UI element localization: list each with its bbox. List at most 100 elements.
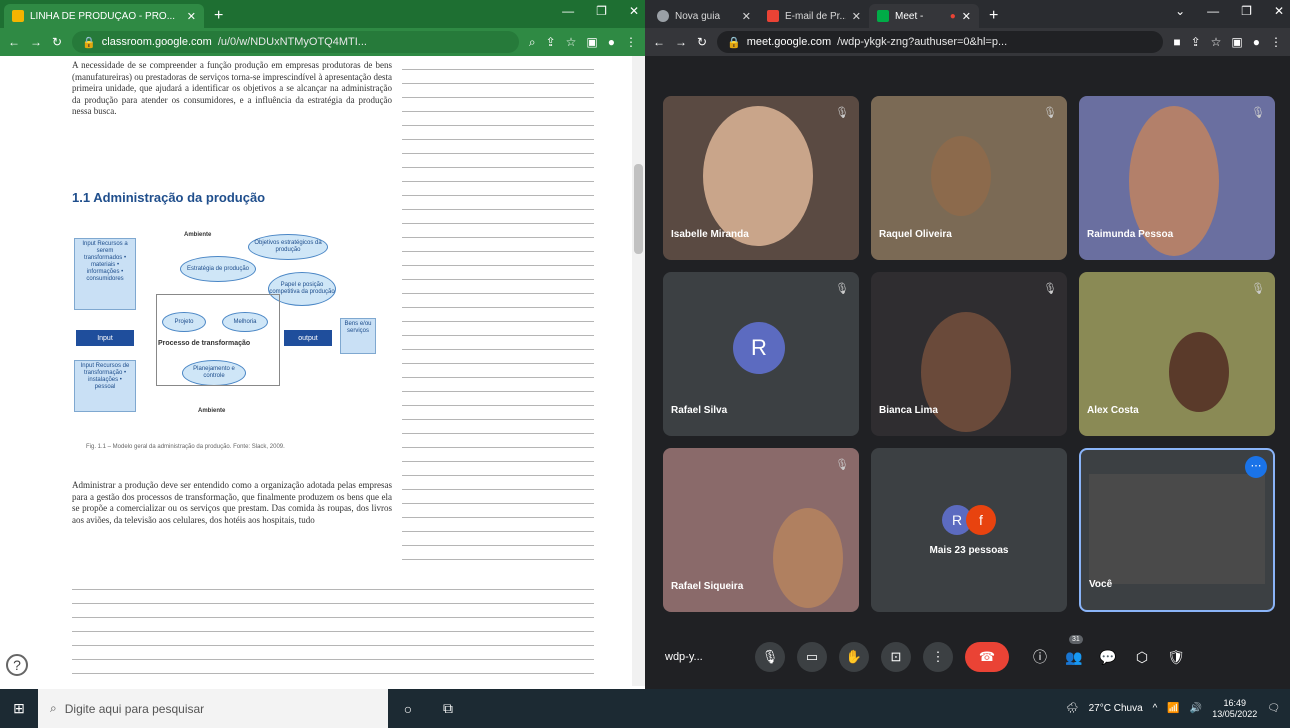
task-view-icon[interactable]: ⧉ [428, 700, 468, 717]
windows-start-icon[interactable]: ⊞ [0, 700, 38, 717]
tray-expand-icon[interactable]: ^ [1153, 703, 1158, 714]
close-tab-icon[interactable]: ✕ [742, 10, 751, 23]
meeting-info-icon[interactable]: ⓘ [1029, 647, 1051, 667]
profile-avatar-icon[interactable]: ● [608, 35, 615, 49]
muted-mic-icon: 🎙 [1251, 107, 1265, 119]
more-options-icon[interactable]: ⋯ [1245, 456, 1267, 478]
tab-nova-guia[interactable]: Nova guia ✕ [649, 4, 759, 28]
new-tab-button[interactable]: + [204, 4, 233, 28]
present-button[interactable]: ⊡ [881, 642, 911, 672]
participant-tile[interactable]: 🎙 Raquel Oliveira [871, 96, 1067, 260]
muted-mic-icon: 🎙 [835, 283, 849, 295]
chat-icon[interactable]: 💬 [1097, 649, 1119, 666]
zoom-icon[interactable]: ⌕ [529, 35, 536, 50]
close-tab-icon[interactable]: ✕ [962, 10, 971, 23]
new-tab-button[interactable]: + [979, 4, 1008, 28]
participant-tile[interactable]: 🎙 Rafael Siqueira [663, 448, 859, 612]
back-arrow-icon[interactable]: ← [653, 35, 665, 49]
search-icon: ⌕ [50, 701, 57, 715]
tab-linha-de-producao[interactable]: LINHA DE PRODUÇÃO - PRO... ✕ [4, 4, 204, 28]
share-icon[interactable]: ⇪ [1191, 35, 1201, 49]
tab-title: Meet - [895, 10, 924, 22]
tab-email[interactable]: E-mail de Pr... ✕ [759, 4, 869, 28]
scrollbar-thumb[interactable] [634, 164, 643, 254]
minimize-icon[interactable]: — [562, 4, 574, 18]
bens-servicos-box: Bens e/ou serviços [340, 318, 376, 354]
reload-icon[interactable]: ↻ [697, 35, 707, 49]
self-view-tile[interactable]: ⋯ Você [1079, 448, 1275, 612]
participant-avatar: f [966, 504, 996, 535]
close-window-icon[interactable]: ✕ [1274, 4, 1284, 18]
bookmark-star-icon[interactable]: ☆ [1211, 35, 1222, 49]
body-paragraph: Administrar a produção deve ser entendid… [72, 480, 392, 525]
tab-search-icon[interactable]: ⌄ [1175, 4, 1185, 18]
section-heading: 1.1 Administração da produção [72, 190, 266, 205]
left-address-bar: ← → ↻ 🔒 classroom.google.com/u/0/w/NDUxN… [0, 28, 645, 56]
participant-tile[interactable]: R 🎙 Rafael Silva [663, 272, 859, 436]
close-tab-icon[interactable]: ✕ [852, 10, 861, 23]
transformation-process-frame [156, 294, 280, 386]
raise-hand-button[interactable]: ✋ [839, 642, 869, 672]
close-window-icon[interactable]: ✕ [629, 4, 639, 18]
participant-tile[interactable]: 🎙 Isabelle Miranda [663, 96, 859, 260]
menu-dots-icon[interactable]: ⋮ [1270, 35, 1282, 49]
minimize-icon[interactable]: — [1207, 4, 1219, 18]
tab-meet[interactable]: Meet - ● ✕ [869, 4, 979, 28]
leave-call-button[interactable]: ☎ [965, 642, 1009, 672]
activities-icon[interactable]: ⬡ [1131, 649, 1153, 666]
back-arrow-icon[interactable]: ← [8, 35, 20, 49]
taskbar-search[interactable]: ⌕ Digite aqui para pesquisar [38, 689, 388, 728]
participant-name: Você [1089, 579, 1113, 590]
host-controls-icon[interactable]: 🛡 [1165, 649, 1187, 666]
notifications-icon[interactable]: 🗨 [1267, 703, 1280, 714]
meet-browser-window: Nova guia ✕ E-mail de Pr... ✕ Meet - ● ✕… [645, 0, 1290, 689]
sidebar-icon[interactable]: ▣ [1231, 35, 1242, 49]
network-icon[interactable]: 📶 [1167, 703, 1179, 714]
lock-icon: 🔒 [727, 36, 741, 49]
recording-dot-icon: ● [949, 10, 956, 22]
weather-icon[interactable]: 🌧 [1066, 703, 1079, 714]
more-options-button[interactable]: ⋮ [923, 642, 953, 672]
video-feed [1169, 332, 1229, 412]
clock[interactable]: 16:49 13/05/2022 [1212, 698, 1257, 720]
more-participants-tile[interactable]: R f Mais 23 pessoas [871, 448, 1067, 612]
muted-mic-icon: 🎙 [1251, 283, 1265, 295]
mic-button[interactable]: 🎙 [755, 642, 785, 672]
sidebar-icon[interactable]: ▣ [586, 35, 597, 49]
cortana-icon[interactable]: ○ [388, 701, 428, 717]
bookmark-star-icon[interactable]: ☆ [566, 35, 577, 49]
people-icon[interactable]: 👥 31 [1063, 634, 1085, 666]
participant-grid: 🎙 Isabelle Miranda 🎙 Raquel Oliveira 🎙 R… [663, 96, 1275, 612]
forward-arrow-icon[interactable]: → [30, 35, 42, 49]
document-scrollbar[interactable] [632, 56, 645, 686]
meet-favicon-icon [877, 10, 889, 22]
window-controls: ⌄ — ❐ ✕ [1175, 4, 1284, 18]
help-icon[interactable]: ? [6, 654, 28, 676]
close-tab-icon[interactable]: ✕ [187, 10, 196, 23]
participant-name: Rafael Siqueira [671, 581, 744, 592]
url-domain: classroom.google.com [101, 36, 212, 48]
participant-name: Raquel Oliveira [879, 229, 952, 240]
share-icon[interactable]: ⇪ [546, 35, 556, 49]
gmail-favicon-icon [767, 10, 779, 22]
weather-text[interactable]: 27°C Chuva [1089, 703, 1143, 714]
profile-avatar-icon[interactable]: ● [1253, 35, 1260, 49]
camera-button[interactable]: ▭ [797, 642, 827, 672]
menu-dots-icon[interactable]: ⋮ [625, 35, 637, 49]
intro-paragraph: A necessidade de se compreender a função… [72, 60, 392, 116]
participant-tile[interactable]: 🎙 Raimunda Pessoa [1079, 96, 1275, 260]
maximize-icon[interactable]: ❐ [1241, 4, 1252, 18]
url-field[interactable]: 🔒 meet.google.com/wdp-ykgk-zng?authuser=… [717, 31, 1164, 53]
url-field[interactable]: 🔒 classroom.google.com/u/0/w/NDUxNTMyOTQ… [72, 31, 519, 53]
production-model-figure: Ambiente Ambiente Input Recursos a serem… [72, 226, 392, 416]
participant-name: Bianca Lima [879, 405, 938, 416]
forward-arrow-icon[interactable]: → [675, 35, 687, 49]
windows-taskbar: ⊞ ⌕ Digite aqui para pesquisar ○ ⧉ 🌧 27°… [0, 689, 1290, 728]
volume-icon[interactable]: 🔊 [1190, 703, 1202, 714]
camera-permission-icon[interactable]: ■ [1173, 35, 1180, 49]
participant-tile[interactable]: 🎙 Bianca Lima [871, 272, 1067, 436]
participant-tile[interactable]: 🎙 Alex Costa [1079, 272, 1275, 436]
maximize-icon[interactable]: ❐ [596, 4, 607, 18]
tab-title: LINHA DE PRODUÇÃO - PRO... [30, 10, 176, 22]
reload-icon[interactable]: ↻ [52, 35, 62, 49]
